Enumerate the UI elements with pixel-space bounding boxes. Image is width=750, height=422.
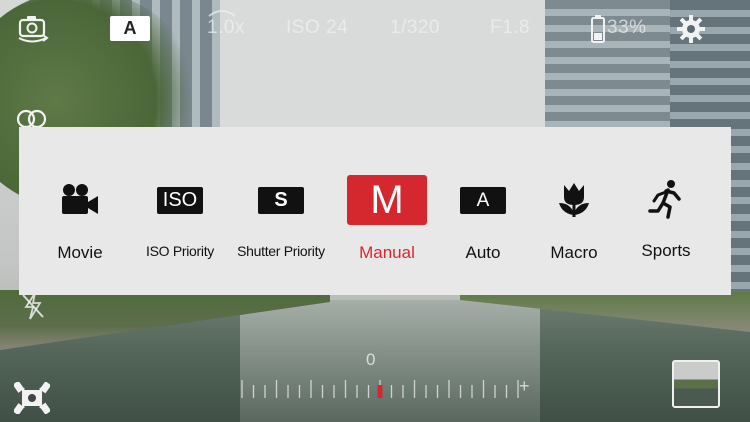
camera-switch-icon[interactable] xyxy=(16,14,50,49)
mode-iso-priority[interactable]: ISO ISO Priority xyxy=(130,127,230,295)
mode-shutter-priority[interactable]: S Shutter Priority xyxy=(231,127,331,295)
mode-label-iso-priority: ISO Priority xyxy=(146,243,214,259)
mode-sports[interactable]: Sports xyxy=(616,127,716,295)
iso-icon: ISO xyxy=(157,187,203,214)
gallery-thumbnail[interactable] xyxy=(672,360,720,408)
water-reflection xyxy=(240,300,540,422)
zoom-value[interactable]: 1.0x xyxy=(207,17,245,39)
mode-label-shutter-priority: Shutter Priority xyxy=(237,243,325,259)
mode-label-sports: Sports xyxy=(641,241,691,260)
a-icon: A xyxy=(460,187,506,214)
running-person-icon xyxy=(646,179,686,224)
exposure-indicator[interactable] xyxy=(377,385,383,398)
exposure-zero-label: 0 xyxy=(366,350,376,369)
iso-value[interactable]: ISO 24 xyxy=(286,17,348,39)
mode-manual[interactable]: M Manual xyxy=(337,127,437,295)
gear-icon[interactable] xyxy=(676,14,706,49)
flash-off-icon[interactable] xyxy=(20,291,46,326)
battery-level: 33% xyxy=(607,17,647,38)
focus-frame-icon[interactable] xyxy=(12,380,52,419)
mode-auto[interactable]: A Auto xyxy=(433,127,533,295)
mode-macro[interactable]: Macro xyxy=(524,127,624,295)
mode-label-movie: Movie xyxy=(57,243,103,262)
exposure-plus-label: + xyxy=(519,376,530,396)
m-icon: M xyxy=(347,175,427,225)
current-mode-badge[interactable]: A xyxy=(110,16,150,41)
battery-icon xyxy=(590,14,606,49)
shooting-mode-panel: Movie ISO ISO Priority S Shutter Priorit… xyxy=(19,127,731,295)
mode-label-macro: Macro xyxy=(550,243,598,262)
mode-label-manual: Manual xyxy=(359,243,415,262)
aperture-value[interactable]: F1.8 xyxy=(490,17,530,39)
top-status-bar: A 1.0x ISO 24 1/320 F1.8 33% xyxy=(0,0,750,58)
flower-icon xyxy=(556,181,592,224)
s-icon: S xyxy=(258,187,304,214)
shutter-value[interactable]: 1/320 xyxy=(390,17,440,39)
mode-movie[interactable]: Movie xyxy=(30,127,130,295)
mode-label-auto: Auto xyxy=(465,243,501,262)
movie-camera-icon xyxy=(60,183,100,222)
exposure-compensation-slider[interactable] xyxy=(236,378,536,402)
